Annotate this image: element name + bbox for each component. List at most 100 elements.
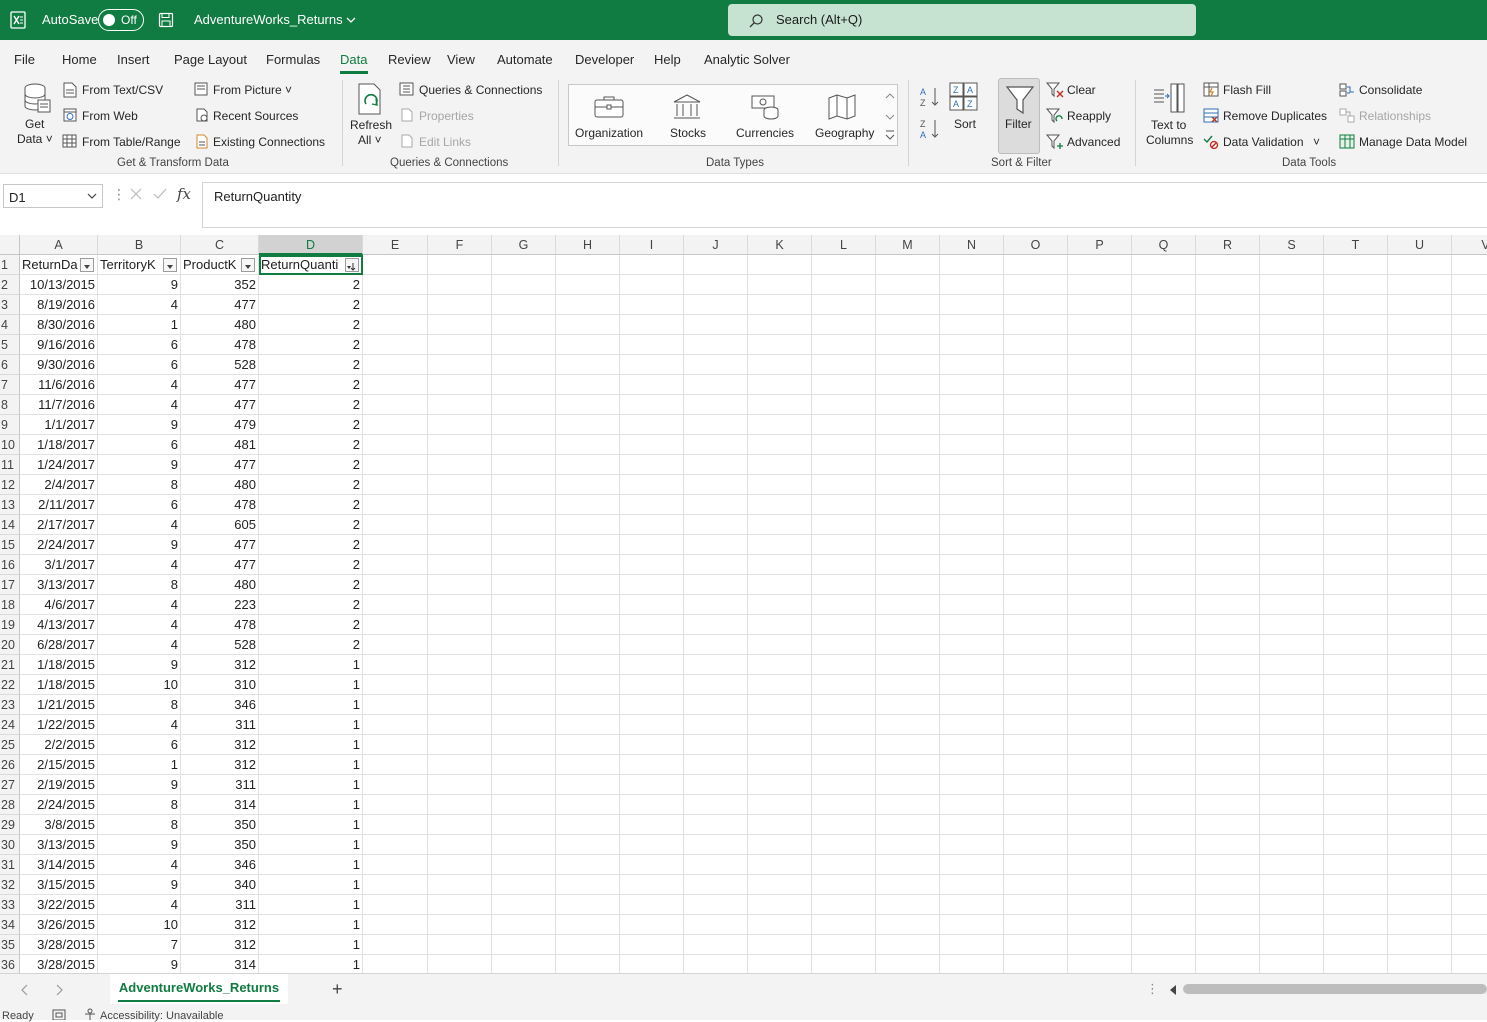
cell[interactable]: [684, 635, 748, 655]
cell[interactable]: [1068, 775, 1132, 795]
cell[interactable]: 8: [98, 815, 181, 835]
cell[interactable]: [812, 855, 876, 875]
tab-page-layout[interactable]: Page Layout: [174, 52, 247, 67]
cell[interactable]: [428, 435, 492, 455]
cell[interactable]: [1068, 535, 1132, 555]
cell[interactable]: [812, 775, 876, 795]
cell[interactable]: [1452, 595, 1487, 615]
cell[interactable]: [876, 295, 940, 315]
cell[interactable]: [1388, 515, 1452, 535]
cell[interactable]: [1260, 375, 1324, 395]
cell[interactable]: [748, 635, 812, 655]
cell[interactable]: [492, 835, 556, 855]
cell[interactable]: 478: [181, 495, 259, 515]
row-header[interactable]: 32: [0, 875, 20, 895]
cell[interactable]: [812, 515, 876, 535]
cell[interactable]: [940, 415, 1004, 435]
row-header[interactable]: 5: [0, 335, 20, 355]
cell[interactable]: 1: [259, 875, 363, 895]
cell[interactable]: [1196, 295, 1260, 315]
scroll-left-icon[interactable]: [20, 984, 30, 996]
cell[interactable]: [748, 455, 812, 475]
hscroll-left-icon[interactable]: [1168, 984, 1178, 996]
cell[interactable]: [492, 555, 556, 575]
cell[interactable]: 1/18/2015: [20, 675, 98, 695]
cell[interactable]: [940, 615, 1004, 635]
cell[interactable]: [363, 775, 428, 795]
cell[interactable]: [1324, 355, 1388, 375]
cell[interactable]: [748, 795, 812, 815]
cell[interactable]: 477: [181, 375, 259, 395]
cell[interactable]: [684, 275, 748, 295]
cell[interactable]: [684, 415, 748, 435]
cell[interactable]: [1196, 435, 1260, 455]
cell[interactable]: [748, 815, 812, 835]
cell[interactable]: [1068, 475, 1132, 495]
cell[interactable]: [1196, 735, 1260, 755]
cell[interactable]: [1452, 475, 1487, 495]
cell[interactable]: [1452, 395, 1487, 415]
cell[interactable]: [1260, 395, 1324, 415]
search-box[interactable]: Search (Alt+Q): [728, 4, 1196, 36]
cell[interactable]: 2: [259, 275, 363, 295]
row-header[interactable]: 21: [0, 655, 20, 675]
row-header[interactable]: 35: [0, 935, 20, 955]
cell[interactable]: [620, 355, 684, 375]
cell[interactable]: [812, 835, 876, 855]
cell[interactable]: [1068, 595, 1132, 615]
cell[interactable]: 4: [98, 715, 181, 735]
cell[interactable]: [876, 535, 940, 555]
cell[interactable]: [1196, 935, 1260, 955]
cell[interactable]: [1004, 655, 1068, 675]
cell[interactable]: [1196, 555, 1260, 575]
cell[interactable]: [876, 335, 940, 355]
cell[interactable]: 2: [259, 335, 363, 355]
row-header[interactable]: 20: [0, 635, 20, 655]
cell[interactable]: [556, 935, 620, 955]
cell[interactable]: [1196, 675, 1260, 695]
cell[interactable]: [620, 535, 684, 555]
cell[interactable]: [1452, 775, 1487, 795]
cell[interactable]: 4: [98, 635, 181, 655]
cell[interactable]: 311: [181, 715, 259, 735]
cell[interactable]: [1452, 815, 1487, 835]
cell[interactable]: [620, 815, 684, 835]
cell[interactable]: [1452, 435, 1487, 455]
cell[interactable]: 11/6/2016: [20, 375, 98, 395]
cell[interactable]: 2: [259, 355, 363, 375]
cell[interactable]: [1004, 555, 1068, 575]
tab-review[interactable]: Review: [388, 52, 431, 67]
cell[interactable]: [1388, 835, 1452, 855]
cell[interactable]: [1132, 895, 1196, 915]
cell[interactable]: [812, 595, 876, 615]
data-validation-button[interactable]: Data Validation: [1223, 135, 1304, 149]
cell[interactable]: [1004, 795, 1068, 815]
cell[interactable]: [1132, 535, 1196, 555]
cell[interactable]: [748, 335, 812, 355]
cell[interactable]: [876, 435, 940, 455]
cell[interactable]: [492, 775, 556, 795]
cell[interactable]: [1260, 655, 1324, 675]
cell[interactable]: [1452, 755, 1487, 775]
cell[interactable]: [363, 855, 428, 875]
cell[interactable]: [620, 635, 684, 655]
cell[interactable]: [428, 475, 492, 495]
more-options-icon[interactable]: ⋮: [112, 186, 126, 203]
cell[interactable]: [620, 395, 684, 415]
cell[interactable]: [428, 775, 492, 795]
get-data-button[interactable]: Data ˅: [17, 132, 53, 146]
cell[interactable]: [1068, 815, 1132, 835]
relationships-button[interactable]: Relationships: [1359, 109, 1431, 123]
cell[interactable]: [1388, 335, 1452, 355]
cell[interactable]: 11/7/2016: [20, 395, 98, 415]
cell[interactable]: [748, 475, 812, 495]
cell[interactable]: [1068, 415, 1132, 435]
cell[interactable]: [876, 595, 940, 615]
cell[interactable]: [1004, 815, 1068, 835]
cell[interactable]: 346: [181, 855, 259, 875]
cell[interactable]: [492, 275, 556, 295]
cell[interactable]: [812, 275, 876, 295]
cell[interactable]: 9: [98, 415, 181, 435]
cell[interactable]: [620, 895, 684, 915]
cell[interactable]: [812, 395, 876, 415]
